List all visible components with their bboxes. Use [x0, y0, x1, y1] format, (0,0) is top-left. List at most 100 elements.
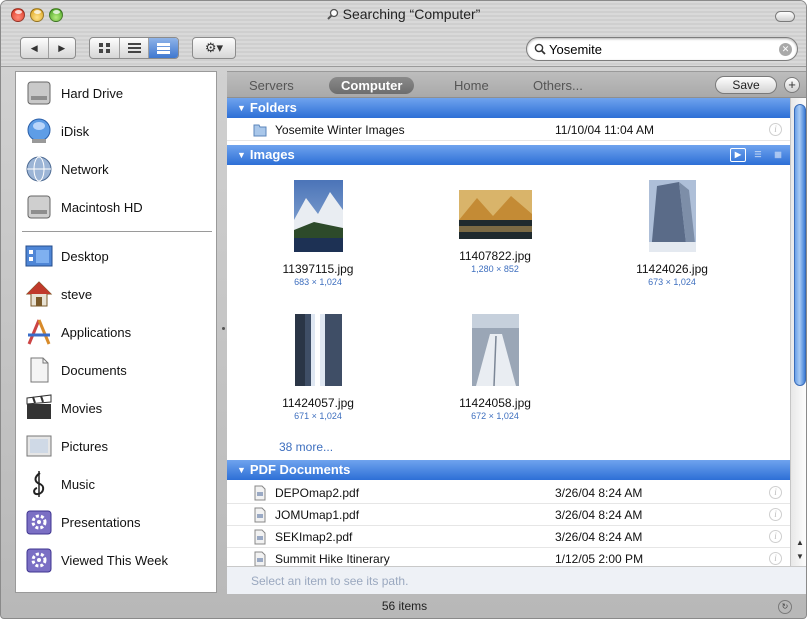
sidebar-item-label: iDisk: [61, 124, 90, 139]
sidebar-splitter[interactable]: [217, 71, 227, 593]
add-criteria-button[interactable]: +: [784, 77, 800, 93]
list-item[interactable]: Yosemite Winter Images 11/10/04 11:04 AM…: [227, 119, 790, 141]
sidebar-item-steve[interactable]: steve: [16, 277, 216, 311]
grid-icon: ▦: [774, 150, 782, 159]
list-view-button[interactable]: ☰: [750, 148, 766, 162]
image-item[interactable]: 11407822.jpg 1,280 × 852: [420, 190, 570, 274]
save-search-button[interactable]: Save: [715, 76, 777, 94]
images-view-options: ▶ ☰ ▦: [730, 148, 786, 162]
disclosure-triangle-icon: ▼: [237, 103, 246, 113]
results-list: ▼ Folders Yosemite Winter Images 11/10/04…: [227, 98, 790, 566]
sidebar-item-viewed-this-week[interactable]: Viewed This Week: [16, 543, 216, 577]
window-title-text: Searching “Computer”: [342, 6, 481, 22]
smart-folder-icon: [26, 548, 52, 573]
image-dimensions: 673 × 1,024: [648, 277, 696, 287]
more-images-link[interactable]: 38 more...: [279, 440, 333, 454]
back-button[interactable]: ◀: [21, 38, 49, 58]
info-icon[interactable]: i: [769, 123, 782, 136]
column-view-icon: [157, 42, 170, 54]
info-icon[interactable]: i: [769, 508, 782, 521]
list-view-button[interactable]: [120, 38, 149, 58]
gear-icon: ⚙▾: [204, 40, 224, 55]
item-date: 11/10/04 11:04 AM: [555, 123, 654, 137]
scope-home[interactable]: Home: [454, 77, 489, 94]
scope-servers[interactable]: Servers: [249, 77, 294, 94]
image-item[interactable]: 11424058.jpg 672 × 1,024: [420, 314, 570, 421]
home-icon: [25, 281, 53, 307]
vertical-scrollbar[interactable]: ▲ ▼: [790, 98, 806, 566]
sidebar-item-network[interactable]: Network: [16, 152, 216, 186]
pdf-document-icon: [254, 485, 266, 501]
scope-computer[interactable]: Computer: [329, 77, 415, 94]
image-name: 11424058.jpg: [459, 396, 531, 410]
section-header-folders[interactable]: ▼ Folders: [227, 98, 790, 118]
status-bar: 56 items ↻: [1, 595, 806, 618]
thumbnail-image: [458, 190, 532, 239]
scroll-up-arrow-icon[interactable]: ▲: [795, 538, 805, 548]
documents-icon: [30, 357, 49, 383]
list-item[interactable]: Summit Hike Itinerary 1/12/05 2:00 PM i: [227, 548, 790, 566]
sidebar-item-idisk[interactable]: iDisk: [16, 114, 216, 148]
idisk-icon: [27, 118, 51, 143]
sidebar-item-music[interactable]: Music: [16, 467, 216, 501]
search-input[interactable]: [549, 41, 769, 57]
window-title: Searching “Computer”: [1, 6, 806, 22]
list-item[interactable]: DEPOmap2.pdf 3/26/04 8:24 AM i: [227, 482, 790, 504]
sidebar-item-presentations[interactable]: Presentations: [16, 505, 216, 539]
section-header-images[interactable]: ▼ Images ▶ ☰ ▦: [227, 145, 790, 165]
info-icon[interactable]: i: [769, 552, 782, 565]
sidebar-item-documents[interactable]: Documents: [16, 353, 216, 387]
macintosh-hd-icon: [27, 195, 51, 219]
action-menu-button[interactable]: ⚙▾: [192, 37, 236, 59]
image-item[interactable]: 11397115.jpg 683 × 1,024: [243, 180, 393, 287]
sidebar-item-pictures[interactable]: Pictures: [16, 429, 216, 463]
magnifier-icon: [326, 8, 338, 20]
hard-drive-icon: [27, 81, 51, 105]
sidebar-item-macintosh-hd[interactable]: Macintosh HD: [16, 190, 216, 224]
image-name: 11407822.jpg: [459, 249, 531, 263]
section-title: Images: [249, 147, 295, 162]
scrollbar-thumb[interactable]: [794, 104, 806, 386]
title-bar: Searching “Computer” ◀ ▶ ⚙▾ Yosemite ✕: [1, 1, 806, 67]
search-field[interactable]: ✕: [526, 37, 798, 61]
toolbar-toggle-button[interactable]: [775, 11, 795, 22]
sidebar-item-applications[interactable]: Applications: [16, 315, 216, 349]
info-icon[interactable]: i: [769, 530, 782, 543]
sidebar-item-movies[interactable]: Movies: [16, 391, 216, 425]
section-title: PDF Documents: [249, 462, 351, 477]
image-item[interactable]: 11424026.jpg 673 × 1,024: [597, 180, 747, 287]
list-item[interactable]: SEKImap2.pdf 3/26/04 8:24 AM i: [227, 526, 790, 548]
icon-view-button[interactable]: ▦: [770, 148, 786, 162]
scope-others[interactable]: Others...: [533, 77, 583, 94]
view-mode-control: [89, 37, 179, 59]
slideshow-button[interactable]: ▶: [730, 148, 746, 162]
applications-icon: [27, 319, 51, 345]
icon-view-icon: [98, 43, 110, 53]
play-icon: ▶: [734, 150, 742, 159]
column-view-button[interactable]: [149, 38, 178, 58]
search-scope-bar: Servers Computer Home Others... Save +: [227, 72, 806, 98]
list-item[interactable]: JOMUmap1.pdf 3/26/04 8:24 AM i: [227, 504, 790, 526]
forward-button[interactable]: ▶: [49, 38, 76, 58]
sidebar-item-hard-drive[interactable]: Hard Drive: [16, 76, 216, 110]
forward-arrow-icon: ▶: [58, 42, 66, 53]
pdf-document-icon: [254, 507, 266, 523]
back-forward-control: ◀ ▶: [20, 37, 76, 59]
path-bar: Select an item to see its path.: [227, 566, 806, 594]
icon-view-button[interactable]: [90, 38, 120, 58]
item-date: 3/26/04 8:24 AM: [555, 486, 643, 500]
image-item[interactable]: 11424057.jpg 671 × 1,024: [243, 314, 393, 421]
folder-icon: [253, 124, 267, 137]
image-dimensions: 683 × 1,024: [294, 277, 342, 287]
disclosure-triangle-icon: ▼: [237, 150, 246, 160]
sidebar: Hard Drive iDisk Network Macintosh HD De…: [15, 71, 217, 593]
clear-search-icon[interactable]: ✕: [779, 43, 792, 56]
scroll-down-arrow-icon[interactable]: ▼: [795, 552, 805, 562]
sidebar-item-label: steve: [61, 287, 93, 302]
section-header-pdf-documents[interactable]: ▼ PDF Documents: [227, 460, 790, 480]
sidebar-item-label: Pictures: [61, 439, 108, 454]
sidebar-item-desktop[interactable]: Desktop: [16, 239, 216, 273]
resize-grip-icon[interactable]: ↻: [778, 600, 792, 614]
info-icon[interactable]: i: [769, 486, 782, 499]
thumbnail-image: [648, 180, 696, 252]
